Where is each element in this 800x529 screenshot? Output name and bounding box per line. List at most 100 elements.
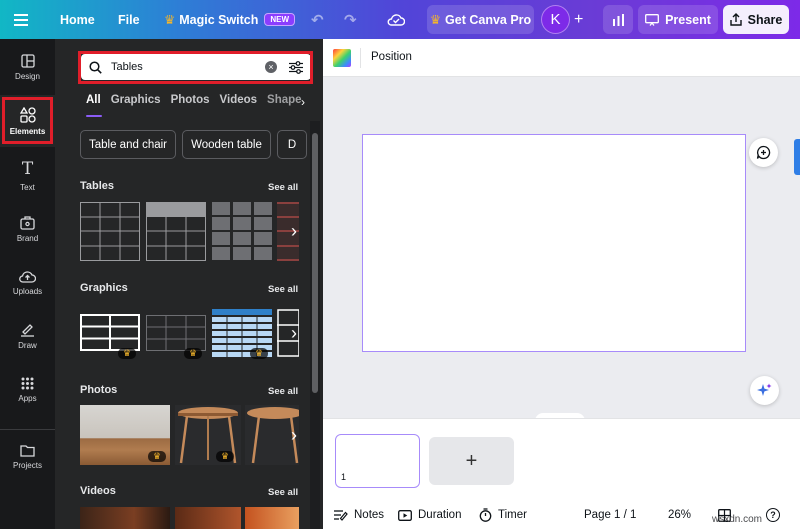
- notes-icon: [334, 510, 348, 521]
- plus-icon: +: [465, 449, 478, 472]
- color-picker-icon[interactable]: [333, 49, 351, 67]
- elements-panel: Tables × All Graphics Photos Videos Shap…: [55, 39, 323, 529]
- present-label: Present: [665, 12, 711, 27]
- page-thumbnail[interactable]: 1: [335, 434, 420, 488]
- page-thumbnail-number: 1: [341, 472, 347, 482]
- duration-button[interactable]: Duration: [398, 501, 461, 529]
- add-page-button[interactable]: +: [429, 437, 514, 485]
- avatar[interactable]: K: [541, 5, 570, 34]
- rail-item-brand[interactable]: Brand: [0, 203, 55, 255]
- see-all-videos-link[interactable]: See all: [268, 487, 298, 498]
- rail-item-apps[interactable]: Apps: [0, 364, 55, 416]
- table-thumbnail[interactable]: [80, 202, 140, 261]
- uploads-icon: [19, 271, 36, 283]
- scroll-right-icon[interactable]: ›: [283, 216, 305, 246]
- category-tabs: All Graphics Photos Videos Shape: [86, 94, 312, 112]
- section-title-photos: Photos: [80, 384, 118, 396]
- add-collaborator-icon[interactable]: +: [574, 0, 583, 39]
- file-menu[interactable]: File: [118, 0, 140, 39]
- active-tab-indicator: [86, 115, 102, 117]
- insights-button[interactable]: [603, 5, 633, 34]
- zoom-level[interactable]: 26%: [668, 501, 691, 529]
- tab-photos[interactable]: Photos: [171, 94, 210, 112]
- graphic-thumbnail[interactable]: [146, 315, 206, 351]
- home-menu[interactable]: Home: [60, 0, 95, 39]
- magic-assistant-button[interactable]: [750, 376, 779, 405]
- get-canva-pro-button[interactable]: ♛ Get Canva Pro: [427, 5, 534, 34]
- timer-button[interactable]: Timer: [479, 501, 527, 529]
- tab-videos[interactable]: Videos: [220, 94, 258, 112]
- timer-label: Timer: [498, 509, 527, 521]
- rail-label: Draw: [18, 341, 37, 350]
- help-button[interactable]: ?: [766, 501, 780, 529]
- toolbar-divider: [360, 48, 361, 68]
- scroll-right-icon[interactable]: ›: [283, 420, 305, 450]
- design-page[interactable]: [362, 134, 746, 352]
- magic-switch-button[interactable]: ♛ Magic Switch NEW: [164, 0, 296, 39]
- share-icon: [729, 13, 742, 26]
- tab-all[interactable]: All: [86, 94, 101, 112]
- premium-crown-icon: ♛: [148, 451, 166, 462]
- table-thumbnail[interactable]: [212, 202, 272, 261]
- redo-icon[interactable]: ↷: [344, 0, 357, 39]
- premium-crown-icon: ♛: [184, 348, 202, 359]
- video-thumbnail[interactable]: [80, 507, 170, 529]
- suggestion-chip[interactable]: Wooden table: [182, 130, 271, 159]
- elements-highlight-box: [2, 97, 53, 144]
- section-title-graphics: Graphics: [80, 282, 128, 294]
- present-icon: [645, 13, 660, 26]
- get-pro-label: Get Canva Pro: [445, 12, 532, 27]
- premium-crown-icon: ♛: [216, 451, 234, 462]
- section-title-tables: Tables: [80, 180, 115, 192]
- menu-icon[interactable]: [14, 0, 28, 39]
- text-icon: T: [21, 158, 34, 179]
- video-thumbnail[interactable]: [245, 507, 299, 529]
- add-comment-button[interactable]: [749, 138, 778, 167]
- tabs-scroll-right-icon[interactable]: ›: [301, 95, 305, 109]
- rail-item-text[interactable]: T Text: [0, 149, 55, 201]
- page-indicator[interactable]: Page 1 / 1: [584, 501, 636, 529]
- rail-item-draw[interactable]: Draw: [0, 310, 55, 362]
- graphic-thumbnail[interactable]: [80, 314, 140, 351]
- video-thumbnail[interactable]: [175, 507, 241, 529]
- share-button[interactable]: Share: [723, 5, 789, 34]
- section-title-videos: Videos: [80, 485, 116, 497]
- notes-label: Notes: [354, 509, 385, 521]
- undo-icon[interactable]: ↶: [311, 0, 324, 39]
- search-highlight-box: [78, 51, 313, 84]
- premium-crown-icon: ♛: [118, 348, 136, 359]
- rail-label: Uploads: [12, 287, 43, 296]
- tab-shapes[interactable]: Shape: [267, 94, 302, 112]
- position-button[interactable]: Position: [371, 51, 412, 63]
- cloud-sync-icon[interactable]: [387, 0, 405, 39]
- rail-item-uploads[interactable]: Uploads: [0, 257, 55, 309]
- suggestion-chip[interactable]: Table and chair: [80, 130, 176, 159]
- tab-graphics[interactable]: Graphics: [111, 94, 161, 112]
- side-tab[interactable]: [794, 139, 800, 175]
- brand-icon: [20, 215, 35, 230]
- rail-item-projects[interactable]: Projects: [0, 431, 55, 483]
- help-icon: ?: [766, 508, 780, 522]
- panel-scrollbar[interactable]: [310, 121, 320, 529]
- comment-plus-icon: [756, 145, 771, 160]
- scrollbar-thumb[interactable]: [312, 133, 318, 393]
- rail-label: Text: [20, 182, 35, 192]
- top-bar: Home File ♛ Magic Switch NEW ↶ ↷ ♛ Get C…: [0, 0, 800, 39]
- notes-button[interactable]: Notes: [334, 501, 384, 529]
- table-thumbnail[interactable]: [146, 202, 206, 261]
- crown-icon: ♛: [164, 13, 176, 27]
- crown-icon: ♛: [429, 13, 442, 27]
- suggestion-chip[interactable]: D: [277, 130, 307, 159]
- editor-toolbar: Position: [323, 39, 800, 77]
- sparkle-icon: [757, 383, 772, 396]
- scroll-right-icon[interactable]: ›: [283, 318, 305, 348]
- present-button[interactable]: Present: [638, 5, 718, 34]
- timer-icon: [479, 508, 492, 522]
- see-all-photos-link[interactable]: See all: [268, 386, 298, 397]
- magic-switch-label: Magic Switch: [179, 12, 259, 27]
- see-all-graphics-link[interactable]: See all: [268, 284, 298, 295]
- duration-label: Duration: [418, 509, 462, 521]
- see-all-tables-link[interactable]: See all: [268, 182, 298, 193]
- draw-icon: [21, 324, 34, 337]
- rail-item-design[interactable]: Design: [0, 41, 55, 93]
